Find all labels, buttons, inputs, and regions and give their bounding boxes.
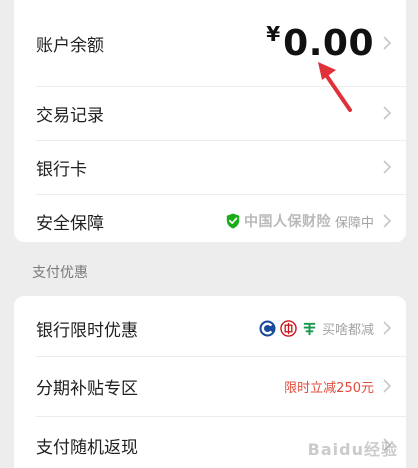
bank-card-row[interactable]: 银行卡 (14, 140, 406, 194)
security-label: 安全保障 (36, 213, 104, 234)
discounts-section-title: 支付优惠 (32, 265, 88, 281)
balance-label: 账户余额 (36, 35, 104, 56)
chevron-right-icon (383, 106, 392, 120)
installment-text: 限时立减250元 (284, 380, 374, 396)
shield-check-icon (226, 213, 240, 229)
wallet-card: 账户余额 ¥ 0.00 交易记录 银行卡 安全保障 中国人保财险 保障中 (14, 0, 406, 242)
icbc-icon (280, 319, 297, 337)
transactions-label: 交易记录 (36, 105, 104, 126)
installment-label: 分期补贴专区 (36, 378, 138, 399)
chevron-right-icon (383, 214, 392, 228)
installment-row[interactable]: 分期补贴专区 限时立减250元 (14, 356, 406, 416)
insurer-name: 中国人保财险 (243, 214, 331, 230)
bank-card-label: 银行卡 (36, 159, 87, 180)
bank-offer-row[interactable]: 银行限时优惠 买啥都减 (14, 300, 406, 356)
balance-amount: ¥ 0.00 (266, 21, 374, 64)
bank-offer-label: 银行限时优惠 (36, 320, 138, 341)
chevron-right-icon (383, 321, 392, 335)
wallet-page: 账户余额 ¥ 0.00 交易记录 银行卡 安全保障 中国人保财险 保障中 支付优… (0, 0, 418, 468)
bank-offer-info: 买啥都减 (259, 319, 374, 338)
watermark: Baidu经验 (307, 440, 398, 459)
balance-value: 0.00 (283, 22, 374, 64)
balance-row[interactable]: 账户余额 ¥ 0.00 (14, 0, 406, 86)
bank-of-communications-icon (259, 319, 276, 337)
chevron-right-icon (383, 160, 392, 174)
insurance-badge: 中国人保财险 保障中 (226, 211, 374, 231)
security-row[interactable]: 安全保障 中国人保财险 保障中 (14, 194, 406, 242)
security-status: 保障中 (334, 215, 374, 231)
chevron-right-icon (383, 36, 392, 50)
chevron-right-icon (383, 379, 392, 393)
china-post-icon (303, 322, 316, 335)
bank-offer-text: 买啥都减 (321, 322, 374, 338)
currency-symbol: ¥ (266, 21, 281, 46)
transactions-row[interactable]: 交易记录 (14, 86, 406, 140)
